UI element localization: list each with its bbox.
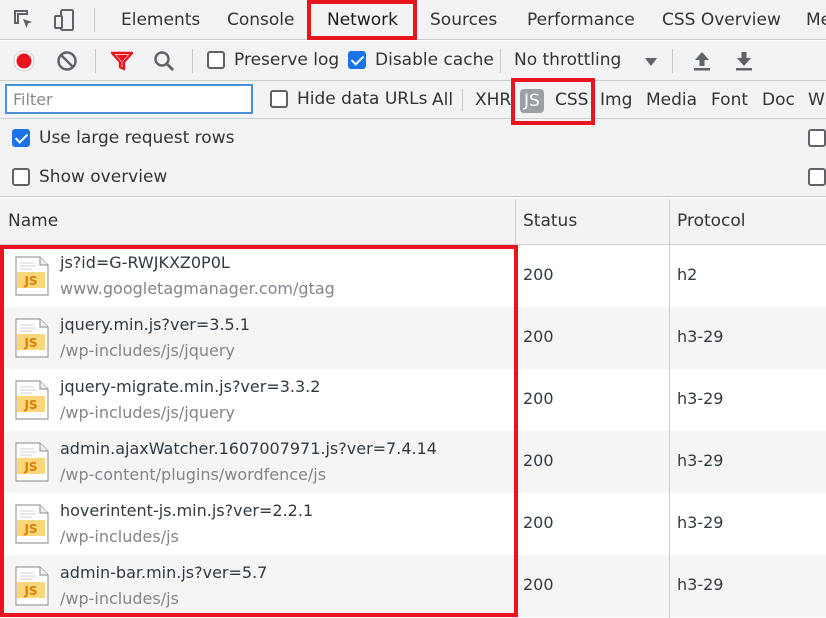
js-file-icon: JS bbox=[14, 318, 50, 358]
column-divider bbox=[515, 199, 516, 618]
divider bbox=[500, 49, 501, 73]
filter-icon[interactable] bbox=[110, 49, 134, 73]
js-file-icon: JS bbox=[14, 504, 50, 544]
preserve-log-label: Preserve log bbox=[234, 50, 340, 70]
request-path: /wp-includes/js/jquery bbox=[60, 341, 235, 360]
requests-table-header: Name Status Protocol bbox=[0, 199, 826, 245]
show-overview-checkbox[interactable] bbox=[12, 168, 30, 186]
divider bbox=[462, 89, 463, 111]
table-row[interactable]: JS js?id=G-RWJKXZ0P0L www.googletagmanager… bbox=[0, 245, 826, 307]
request-name[interactable]: js?id=G-RWJKXZ0P0L bbox=[60, 253, 230, 272]
request-path: /wp-includes/js/jquery bbox=[60, 403, 235, 422]
tab-network[interactable]: Network bbox=[327, 0, 398, 40]
column-header-protocol[interactable]: Protocol bbox=[669, 199, 746, 245]
js-file-icon-label: JS bbox=[23, 398, 37, 412]
divider bbox=[95, 49, 96, 73]
devtools-tab-bar: Elements Console Network Sources Perform… bbox=[0, 0, 826, 40]
divider bbox=[94, 8, 95, 32]
filter-type-img[interactable]: Img bbox=[600, 81, 632, 119]
throttling-select[interactable]: No throttling bbox=[514, 50, 621, 70]
disable-cache-checkbox[interactable] bbox=[348, 51, 366, 69]
request-status: 200 bbox=[523, 389, 554, 408]
table-row[interactable]: JS hoverintent-js.min.js?ver=2.2.1/wp-inc… bbox=[0, 493, 826, 555]
js-file-icon: JS bbox=[14, 566, 50, 606]
js-file-icon: JS bbox=[14, 256, 50, 296]
search-icon[interactable] bbox=[152, 49, 176, 73]
hide-data-urls-checkbox[interactable] bbox=[270, 90, 288, 108]
show-overview-label: Show overview bbox=[39, 167, 168, 187]
filter-bar: Hide data URLs All XHR JS CSS Img Media … bbox=[0, 81, 826, 119]
js-file-icon-label: JS bbox=[23, 460, 37, 474]
request-status: 200 bbox=[523, 513, 554, 532]
request-name[interactable]: admin-bar.min.js?ver=5.7 bbox=[60, 563, 267, 582]
request-protocol: h3-29 bbox=[677, 451, 724, 470]
column-header-name[interactable]: Name bbox=[0, 199, 58, 245]
request-status: 200 bbox=[523, 451, 554, 470]
js-file-icon: JS bbox=[14, 442, 50, 482]
import-har-icon[interactable] bbox=[690, 49, 714, 73]
request-protocol: h3-29 bbox=[677, 327, 724, 346]
tab-css-overview[interactable]: CSS Overview bbox=[662, 0, 781, 40]
divider bbox=[192, 49, 193, 73]
filter-type-xhr[interactable]: XHR bbox=[475, 81, 511, 119]
filter-type-all[interactable]: All bbox=[432, 81, 453, 119]
filter-input[interactable] bbox=[5, 84, 253, 114]
js-file-icon-label: JS bbox=[23, 336, 37, 350]
device-toolbar-icon[interactable] bbox=[52, 8, 76, 32]
filter-type-font[interactable]: Font bbox=[711, 81, 748, 119]
filter-type-ws[interactable]: WS bbox=[808, 81, 826, 119]
request-protocol: h3-29 bbox=[677, 513, 724, 532]
large-request-rows-checkbox[interactable] bbox=[12, 129, 30, 147]
column-divider bbox=[669, 199, 670, 618]
option-checkbox-right[interactable] bbox=[808, 168, 826, 186]
options-row-overview: Show overview bbox=[0, 158, 826, 197]
request-path: /wp-includes/js bbox=[60, 589, 179, 608]
js-file-icon-label: JS bbox=[23, 584, 37, 598]
request-name[interactable]: jquery-migrate.min.js?ver=3.3.2 bbox=[60, 377, 320, 396]
filter-type-css[interactable]: CSS bbox=[555, 81, 588, 119]
record-icon[interactable] bbox=[12, 49, 36, 73]
table-row[interactable]: JS admin.ajaxWatcher.1607007971.js?ver=7.… bbox=[0, 431, 826, 493]
request-name[interactable]: hoverintent-js.min.js?ver=2.2.1 bbox=[60, 501, 313, 520]
hide-data-urls-label: Hide data URLs bbox=[297, 89, 428, 109]
active-tab-indicator bbox=[309, 37, 413, 40]
request-status: 200 bbox=[523, 265, 554, 284]
large-request-rows-label: Use large request rows bbox=[39, 128, 235, 148]
request-name[interactable]: admin.ajaxWatcher.1607007971.js?ver=7.4.… bbox=[60, 439, 437, 458]
request-status: 200 bbox=[523, 327, 554, 346]
filter-type-media[interactable]: Media bbox=[646, 81, 697, 119]
filter-type-doc[interactable]: Doc bbox=[762, 81, 795, 119]
tab-elements[interactable]: Elements bbox=[121, 0, 200, 40]
request-path: /wp-content/plugins/wordfence/js bbox=[60, 465, 327, 484]
preserve-log-checkbox[interactable] bbox=[207, 51, 225, 69]
request-protocol: h3-29 bbox=[677, 575, 724, 594]
filter-type-js[interactable]: JS bbox=[520, 89, 544, 113]
tab-more[interactable]: Me bbox=[806, 0, 826, 40]
option-checkbox-right[interactable] bbox=[808, 129, 826, 147]
tab-console[interactable]: Console bbox=[227, 0, 295, 40]
js-file-icon-label: JS bbox=[23, 522, 37, 536]
request-status: 200 bbox=[523, 575, 554, 594]
divider bbox=[672, 49, 673, 73]
js-file-icon-label: JS bbox=[23, 274, 37, 288]
request-path: www.googletagmanager.com/gtag bbox=[60, 279, 335, 298]
table-row[interactable]: JS jquery-migrate.min.js?ver=3.3.2/wp-inc… bbox=[0, 369, 826, 431]
options-row-large-rows: Use large request rows bbox=[0, 119, 826, 158]
request-protocol: h2 bbox=[677, 265, 698, 284]
export-har-icon[interactable] bbox=[732, 49, 756, 73]
tab-sources[interactable]: Sources bbox=[430, 0, 497, 40]
request-name[interactable]: jquery.min.js?ver=3.5.1 bbox=[60, 315, 250, 334]
column-header-status[interactable]: Status bbox=[515, 199, 577, 245]
disable-cache-label: Disable cache bbox=[375, 50, 494, 70]
dropdown-arrow-icon[interactable] bbox=[644, 54, 658, 68]
table-row[interactable]: JS admin-bar.min.js?ver=5.7/wp-includes/j… bbox=[0, 555, 826, 617]
inspect-element-icon[interactable] bbox=[12, 8, 36, 32]
network-toolbar: Preserve log Disable cache No throttling bbox=[0, 41, 826, 81]
clear-icon[interactable] bbox=[55, 49, 79, 73]
js-file-icon: JS bbox=[14, 380, 50, 420]
request-path: /wp-includes/js bbox=[60, 527, 179, 546]
request-protocol: h3-29 bbox=[677, 389, 724, 408]
table-row[interactable]: JS jquery.min.js?ver=3.5.1/wp-includes/js… bbox=[0, 307, 826, 369]
tab-performance[interactable]: Performance bbox=[527, 0, 635, 40]
